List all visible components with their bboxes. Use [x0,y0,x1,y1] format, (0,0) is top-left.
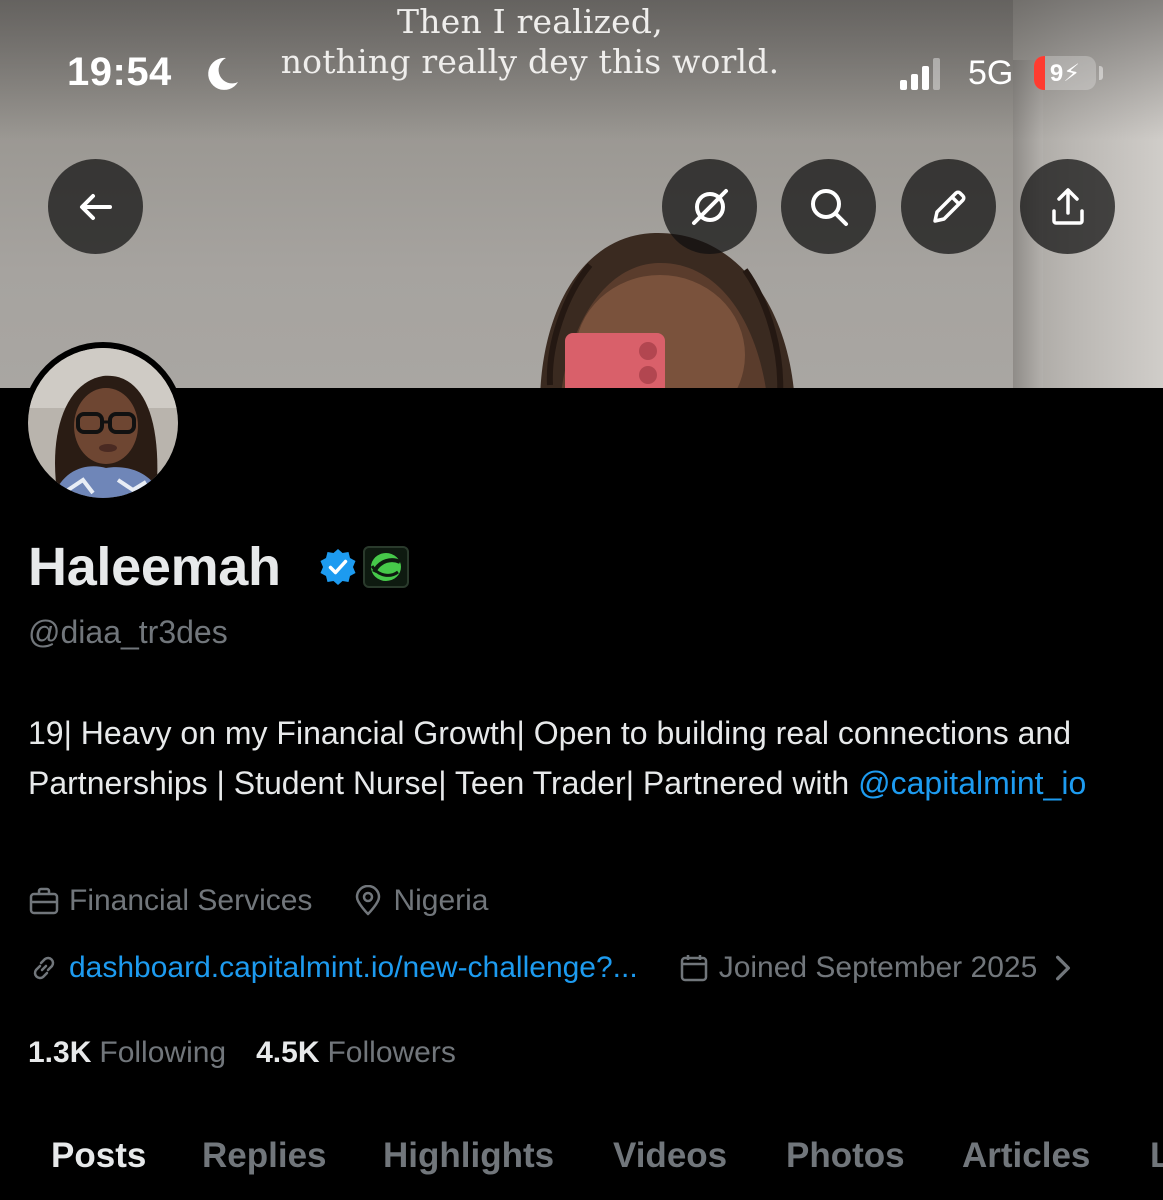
location-item: Nigeria [352,884,488,918]
banner-quote-line1: Then I realized, [397,2,663,41]
avatar[interactable] [22,342,184,504]
website-link[interactable]: dashboard.capitalmint.io/new-challenge?.… [69,951,638,985]
capitalmint-logo-icon [370,553,401,581]
following-count: 1.3K [28,1036,92,1069]
share-icon [1051,187,1084,225]
followers-link[interactable]: 4.5K Followers [256,1036,456,1070]
profile-tabs: Posts Replies Highlights Videos Photos A… [0,1136,1163,1200]
tab-likes[interactable]: L [1150,1136,1163,1176]
back-button[interactable] [48,159,143,254]
tab-videos[interactable]: Videos [613,1136,727,1176]
location-pin-icon [356,885,381,916]
tab-replies[interactable]: Replies [202,1136,327,1176]
search-button[interactable] [781,159,876,254]
profile-meta-row-2: dashboard.capitalmint.io/new-challenge?.… [28,951,1128,985]
battery-nub [1099,66,1103,80]
signal-icon [900,58,940,90]
grok-button[interactable] [662,159,757,254]
bio-mention-link[interactable]: @capitalmint_io [858,765,1086,801]
following-label: Following [99,1036,227,1069]
website-item[interactable]: dashboard.capitalmint.io/new-challenge?.… [28,951,638,985]
bio: 19| Heavy on my Financial Growth| Open t… [28,708,1128,808]
edit-button[interactable] [901,159,996,254]
avatar-image [28,348,178,498]
battery-label: 9 [1049,60,1064,87]
charging-icon: ⚡ [1063,60,1081,87]
category-item: Financial Services [28,884,312,918]
followers-count: 4.5K [256,1036,320,1069]
follow-stats: 1.3K Following 4.5K Followers [28,1036,486,1070]
verified-badge-icon[interactable] [318,547,358,587]
network-label: 5G [968,54,1014,92]
back-arrow-icon [79,193,112,220]
moon-icon [208,57,238,90]
briefcase-icon [29,887,59,915]
share-button[interactable] [1020,159,1115,254]
pencil-icon [932,190,965,223]
grok-icon [691,188,728,225]
tab-highlights[interactable]: Highlights [383,1136,554,1176]
following-link[interactable]: 1.3K Following [28,1036,226,1070]
display-name: Haleemah [28,537,281,597]
tab-articles[interactable]: Articles [962,1136,1090,1176]
chevron-right-icon [1056,955,1071,981]
tab-posts[interactable]: Posts [51,1136,146,1176]
handle: @diaa_tr3des [28,614,228,650]
joined-label: Joined September 2025 [718,951,1038,984]
tab-photos[interactable]: Photos [786,1136,905,1176]
location-label: Nigeria [393,884,489,917]
banner-quote-line2: nothing really dey this world. [280,42,780,81]
affiliate-badge[interactable] [363,546,409,588]
followers-label: Followers [327,1036,456,1069]
profile-meta-row-1: Financial Services Nigeria [28,884,528,918]
category-label: Financial Services [69,884,313,917]
status-time: 19:54 [67,50,172,94]
battery-icon: 9⚡ [1034,56,1096,90]
banner-quote: Then I realized, nothing really dey this… [260,2,800,82]
search-icon [810,188,848,226]
calendar-icon [680,955,707,982]
link-icon [33,956,55,980]
joined-item[interactable]: Joined September 2025 [678,951,1089,985]
